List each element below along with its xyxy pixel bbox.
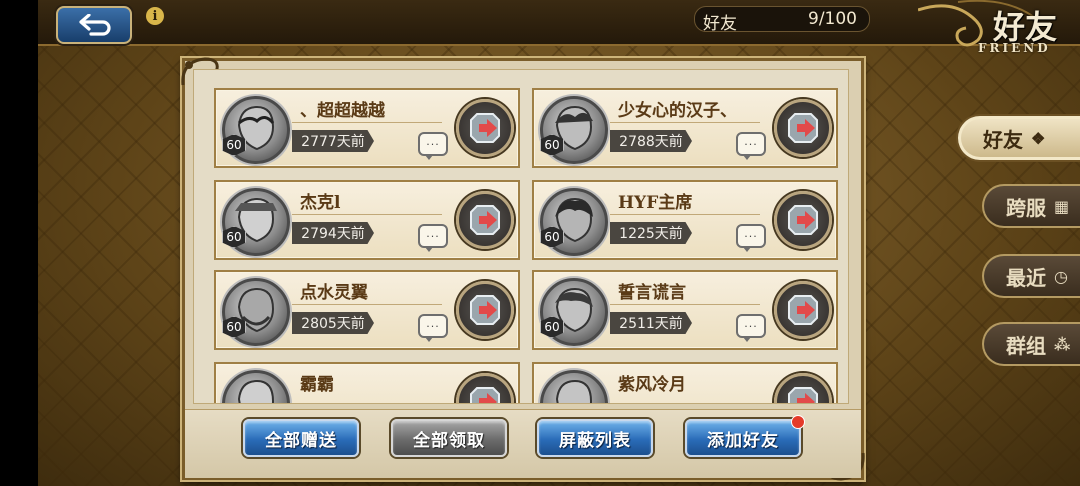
back-arrow-icon — [79, 14, 111, 36]
last-online-tag: 2794天前 — [292, 222, 374, 244]
enter-arrow-icon — [788, 205, 818, 235]
friend-card[interactable]: 霸霸 — [214, 362, 520, 403]
visit-friend-button[interactable] — [456, 281, 514, 339]
friend-card[interactable]: 60 、超超越越 2777天前 ··· — [214, 88, 520, 168]
friend-count-badge: 好友 9/100 — [694, 6, 870, 34]
visit-friend-button[interactable] — [774, 99, 832, 157]
last-online-tag: 2511天前 — [610, 312, 692, 334]
enter-arrow-icon — [470, 205, 500, 235]
add-friend-label: 添加好友 — [707, 430, 779, 451]
friend-name: HYF主席 — [618, 193, 693, 213]
chat-icon[interactable]: ··· — [418, 224, 448, 252]
last-online-tag: 2788天前 — [610, 130, 692, 152]
chat-icon[interactable]: ··· — [418, 314, 448, 342]
chat-icon[interactable]: ··· — [418, 132, 448, 160]
tab-group[interactable]: 群组 ⁂ — [982, 322, 1080, 366]
friend-card[interactable]: 60 杰克l 2794天前 ··· — [214, 180, 520, 260]
last-online-tag: 1225天前 — [610, 222, 692, 244]
visit-friend-button[interactable] — [774, 281, 832, 339]
block-list-button[interactable]: 屏蔽列表 — [537, 419, 653, 457]
add-friend-button[interactable]: 添加好友 — [685, 415, 805, 457]
chat-icon[interactable]: ··· — [736, 224, 766, 252]
friend-card[interactable]: 60 誓言谎言 2511天前 ··· — [532, 270, 838, 350]
tab-recent[interactable]: 最近 ◷ — [982, 254, 1080, 298]
name-divider — [292, 214, 442, 215]
friend-name: 紫风冷月 — [618, 375, 686, 395]
clock-icon: ◷ — [1054, 266, 1068, 286]
handshake-icon: ❖ — [1031, 128, 1046, 148]
notification-dot — [791, 415, 805, 429]
name-divider — [292, 122, 442, 123]
friend-avatar[interactable] — [540, 370, 608, 403]
last-online-tag: 2805天前 — [292, 312, 374, 334]
chat-icon[interactable]: ··· — [736, 314, 766, 342]
friend-avatar[interactable] — [222, 370, 290, 403]
enter-arrow-icon — [470, 295, 500, 325]
enter-arrow-icon — [788, 295, 818, 325]
tab-cross-server[interactable]: 跨服 ▦ — [982, 184, 1080, 228]
friend-card[interactable]: 60 点水灵翼 2805天前 ··· — [214, 270, 520, 350]
server-icon: ▦ — [1054, 196, 1070, 216]
friend-name: 少女心的汉子、 — [618, 101, 737, 121]
visit-friend-button[interactable] — [456, 191, 514, 249]
name-divider — [610, 214, 760, 215]
enter-arrow-icon — [470, 113, 500, 143]
enter-arrow-icon — [470, 387, 500, 403]
portrait-icon — [237, 379, 275, 403]
gift-all-button[interactable]: 全部赠送 — [243, 419, 359, 457]
tab-friends[interactable]: 好友 ❖ — [958, 116, 1080, 160]
friend-list[interactable]: 60 、超超越越 2777天前 ··· 60 少女心的汉子、 2788天前 ··… — [193, 69, 849, 404]
tab-friends-label: 好友 — [983, 127, 1023, 152]
tab-recent-label: 最近 — [1006, 265, 1046, 290]
tab-group-label: 群组 — [1006, 333, 1046, 358]
friend-name: 誓言谎言 — [618, 283, 686, 303]
friend-card[interactable]: 60 少女心的汉子、 2788天前 ··· — [532, 88, 838, 168]
friend-list-panel: 60 、超超越越 2777天前 ··· 60 少女心的汉子、 2788天前 ··… — [181, 57, 865, 481]
chat-icon[interactable]: ··· — [736, 132, 766, 160]
friend-name: 点水灵翼 — [300, 283, 368, 303]
friend-name: 杰克l — [300, 193, 341, 213]
enter-arrow-icon — [788, 387, 818, 403]
friend-card[interactable]: 60 HYF主席 1225天前 ··· — [532, 180, 838, 260]
portrait-icon — [555, 379, 593, 403]
game-screen: i 好友 9/100 好友 FRIEND 60 、超超越越 2777天前 ···… — [38, 0, 1080, 486]
group-icon: ⁂ — [1054, 334, 1071, 354]
friend-card[interactable]: 紫风冷月 — [532, 362, 838, 403]
name-divider — [292, 304, 442, 305]
name-divider — [610, 122, 760, 123]
last-online-tag: 2777天前 — [292, 130, 374, 152]
friend-count-value: 9/100 — [808, 9, 857, 29]
enter-arrow-icon — [788, 113, 818, 143]
visit-friend-button[interactable] — [456, 99, 514, 157]
tab-cross-server-label: 跨服 — [1006, 195, 1046, 220]
visit-friend-button[interactable] — [774, 191, 832, 249]
info-icon[interactable]: i — [146, 7, 164, 25]
page-subtitle: FRIEND — [978, 41, 1051, 55]
friend-name: 霸霸 — [300, 375, 334, 395]
name-divider — [610, 304, 760, 305]
friend-count-label: 好友 — [703, 14, 737, 34]
visit-friend-button[interactable] — [456, 373, 514, 403]
visit-friend-button[interactable] — [774, 373, 832, 403]
claim-all-button[interactable]: 全部领取 — [391, 419, 507, 457]
back-button[interactable] — [56, 6, 132, 44]
friend-name: 、超超越越 — [300, 101, 385, 121]
